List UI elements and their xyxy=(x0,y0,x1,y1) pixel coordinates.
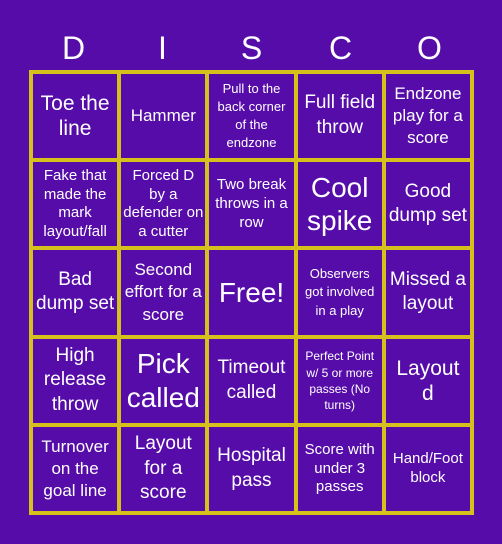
bingo-cell[interactable]: Forced D by a defender on a cutter xyxy=(121,162,206,247)
cell-label: Pull to the back corner of the endzone xyxy=(217,80,286,151)
bingo-cell[interactable]: Timeout called xyxy=(209,338,294,423)
cell-label: Hammer xyxy=(130,106,196,126)
cell-label: Turnover on the goal line xyxy=(41,436,109,500)
bingo-cell[interactable]: Hammer xyxy=(121,74,206,159)
cell-label: Hospital pass xyxy=(217,445,286,491)
cell-label: Full field throw xyxy=(304,92,376,139)
bingo-cell[interactable]: Perfect Point w/ 5 or more passes (No tu… xyxy=(297,338,382,423)
bingo-cell[interactable]: Fake that made the mark layout/fall xyxy=(33,162,118,247)
bingo-cell[interactable]: Cool spike xyxy=(297,162,382,247)
cell-label: Endzone play for a score xyxy=(392,83,463,148)
bingo-header: D I S C O xyxy=(29,26,474,70)
cell-label: Perfect Point w/ 5 or more passes (No tu… xyxy=(305,349,375,412)
cell-label: Forced D by a defender on a cutter xyxy=(123,166,204,241)
cell-label: Layout for a score xyxy=(134,432,192,504)
cell-label: Bad dump set xyxy=(36,268,115,315)
bingo-cell[interactable]: Pick called xyxy=(121,338,206,423)
bingo-cell[interactable]: Missed a layout xyxy=(385,250,470,335)
cell-label: Hand/Foot block xyxy=(392,450,463,486)
cell-label: Score with under 3 passes xyxy=(304,440,375,496)
bingo-cell[interactable]: Second effort for a score xyxy=(121,250,206,335)
bingo-board: Toe the line Hammer Pull to the back cor… xyxy=(29,70,474,515)
bingo-cell[interactable]: Pull to the back corner of the endzone xyxy=(209,74,294,159)
bingo-cell[interactable]: Toe the line xyxy=(33,74,118,159)
header-letter-s: S xyxy=(240,30,263,66)
bingo-cell[interactable]: Layout for a score xyxy=(121,426,206,511)
cell-label: Two break throws in a row xyxy=(215,176,288,231)
header-letter-c: C xyxy=(328,30,353,66)
cell-label: Good dump set xyxy=(388,180,467,227)
bingo-cell[interactable]: Observers got involved in a play xyxy=(297,250,382,335)
cell-label: Pick called xyxy=(126,348,200,413)
bingo-cell[interactable]: Hospital pass xyxy=(209,426,294,511)
cell-label: Fake that made the mark layout/fall xyxy=(43,166,107,241)
cell-label: Second effort for a score xyxy=(124,260,202,324)
header-letter-i: I xyxy=(158,30,167,66)
cell-label: Free! xyxy=(218,276,285,308)
header-letter-o: O xyxy=(417,30,442,66)
cell-label: Observers got involved in a play xyxy=(305,266,375,318)
bingo-cell[interactable]: Bad dump set xyxy=(33,250,118,335)
cell-label: Layout d xyxy=(396,356,460,405)
bingo-cell[interactable]: Two break throws in a row xyxy=(209,162,294,247)
bingo-cell[interactable]: High release throw xyxy=(33,338,118,423)
bingo-cell[interactable]: Layout d xyxy=(385,338,470,423)
bingo-cell[interactable]: Score with under 3 passes xyxy=(297,426,382,511)
bingo-cell[interactable]: Endzone play for a score xyxy=(385,74,470,159)
cell-label: Toe the line xyxy=(40,91,110,141)
bingo-cell[interactable]: Turnover on the goal line xyxy=(33,426,118,511)
bingo-cell[interactable]: Hand/Foot block xyxy=(385,426,470,511)
free-space-cell[interactable]: Free! xyxy=(209,250,294,335)
bingo-cell[interactable]: Good dump set xyxy=(385,162,470,247)
header-letter-d: D xyxy=(61,30,86,66)
cell-label: Timeout called xyxy=(217,357,286,403)
cell-label: High release throw xyxy=(43,344,107,416)
bingo-cell[interactable]: Full field throw xyxy=(297,74,382,159)
cell-label: Missed a layout xyxy=(389,268,466,315)
cell-label: Cool spike xyxy=(307,171,373,237)
